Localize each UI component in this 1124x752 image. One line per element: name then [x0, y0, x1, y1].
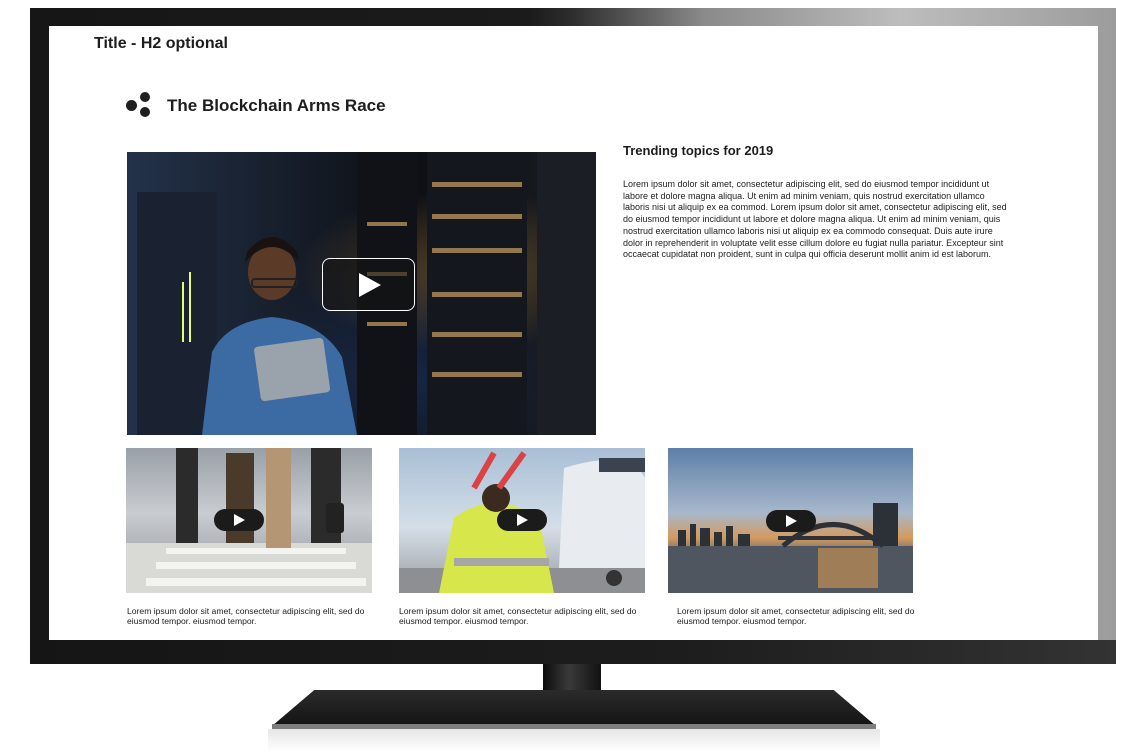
tv-stand-base [272, 690, 876, 726]
feature-body: Lorem ipsum dolor sit amet, consectetur … [623, 179, 1007, 260]
video-caption-3: Lorem ipsum dolor sit amet, consectetur … [677, 606, 915, 626]
video-thumbnail-1[interactable] [126, 448, 372, 593]
play-icon[interactable] [214, 509, 264, 531]
tv-screen: Title - H2 optional The Blockchain Arms … [49, 26, 1098, 640]
video-thumbnail-2[interactable] [399, 448, 645, 593]
play-icon[interactable] [766, 510, 816, 532]
three-dots-logo-icon [126, 92, 154, 120]
video-caption-2: Lorem ipsum dolor sit amet, consectetur … [399, 606, 637, 626]
video-caption-1: Lorem ipsum dolor sit amet, consectetur … [127, 606, 365, 626]
main-video-player[interactable] [127, 152, 596, 435]
section-title: The Blockchain Arms Race [167, 96, 386, 115]
tv-stand-reflection [268, 729, 880, 752]
feature-heading: Trending topics for 2019 [623, 143, 774, 158]
page-title: Title - H2 optional [94, 35, 228, 52]
tv-bottom-bezel [30, 640, 1116, 664]
play-icon[interactable] [322, 258, 415, 311]
video-thumbnail-3[interactable] [668, 448, 913, 593]
play-icon[interactable] [497, 509, 547, 531]
